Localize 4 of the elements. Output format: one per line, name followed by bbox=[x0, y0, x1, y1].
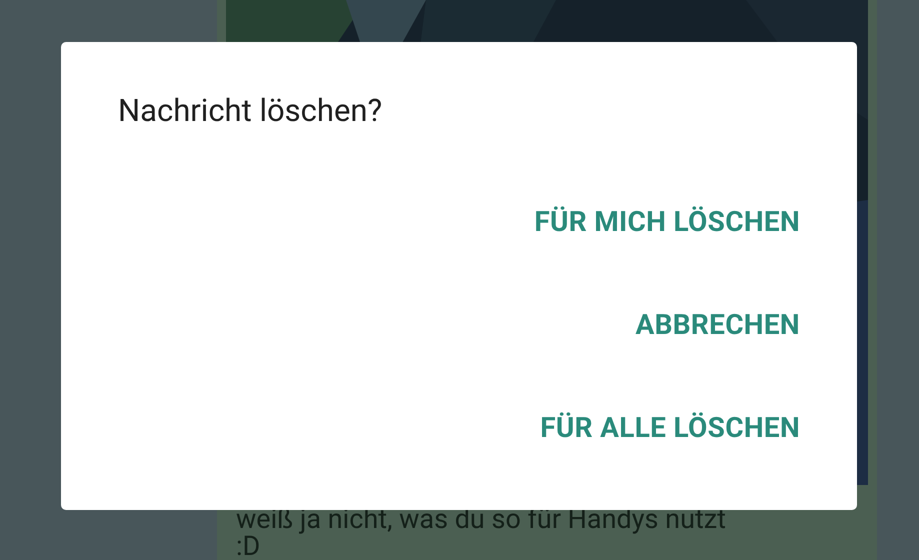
dialog-title: Nachricht löschen? bbox=[118, 92, 382, 129]
text-button[interactable]: FÜR ALLE LÖSCHEN bbox=[540, 405, 800, 450]
text-button[interactable]: FÜR MICH LÖSCHEN bbox=[534, 199, 800, 244]
text-button[interactable]: ABBRECHEN bbox=[635, 302, 800, 347]
